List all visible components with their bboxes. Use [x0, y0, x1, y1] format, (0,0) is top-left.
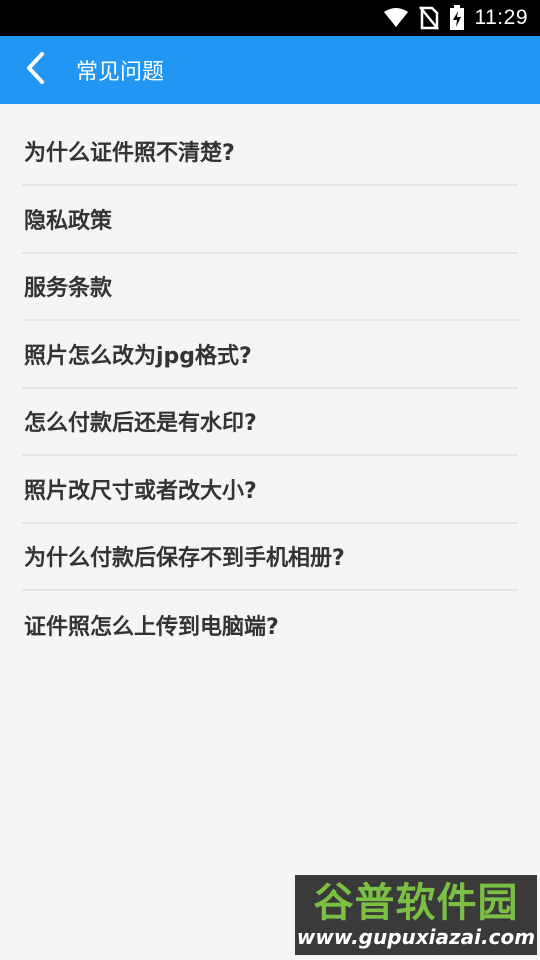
watermark-logo: 谷普软件园 — [313, 880, 519, 926]
app-bar: 常见问题 — [0, 36, 540, 104]
no-sim-icon — [418, 6, 439, 30]
chevron-left-icon — [24, 51, 46, 89]
faq-item-watermark-after-payment[interactable]: 怎么付款后还是有水印? — [22, 389, 518, 456]
status-bar: 11:29 — [0, 0, 540, 36]
faq-item-terms-of-service[interactable]: 服务条款 — [22, 254, 518, 321]
faq-item-blurry-photo[interactable]: 为什么证件照不清楚? — [22, 104, 518, 186]
screen: 11:29 常见问题 为什么证件照不清楚? 隐私政策 服务条款 照片怎么改为jp… — [0, 0, 540, 960]
faq-item-resize-photo[interactable]: 照片改尺寸或者改大小? — [22, 456, 518, 524]
page-title: 常见问题 — [76, 60, 165, 85]
watermark-url: www.gupuxiazai.com — [296, 925, 536, 949]
faq-item-privacy-policy[interactable]: 隐私政策 — [22, 186, 518, 254]
faq-list: 为什么证件照不清楚? 隐私政策 服务条款 照片怎么改为jpg格式? 怎么付款后还… — [0, 104, 540, 659]
status-time: 11:29 — [474, 6, 528, 29]
watermark: 谷普软件园 www.gupuxiazai.com — [295, 875, 537, 955]
faq-item-save-to-album[interactable]: 为什么付款后保存不到手机相册? — [22, 524, 518, 591]
battery-charging-icon — [449, 5, 465, 31]
faq-item-upload-to-pc[interactable]: 证件照怎么上传到电脑端? — [22, 591, 518, 659]
faq-item-jpg-format[interactable]: 照片怎么改为jpg格式? — [22, 321, 518, 389]
wifi-icon — [383, 7, 409, 29]
back-button[interactable] — [0, 36, 76, 104]
